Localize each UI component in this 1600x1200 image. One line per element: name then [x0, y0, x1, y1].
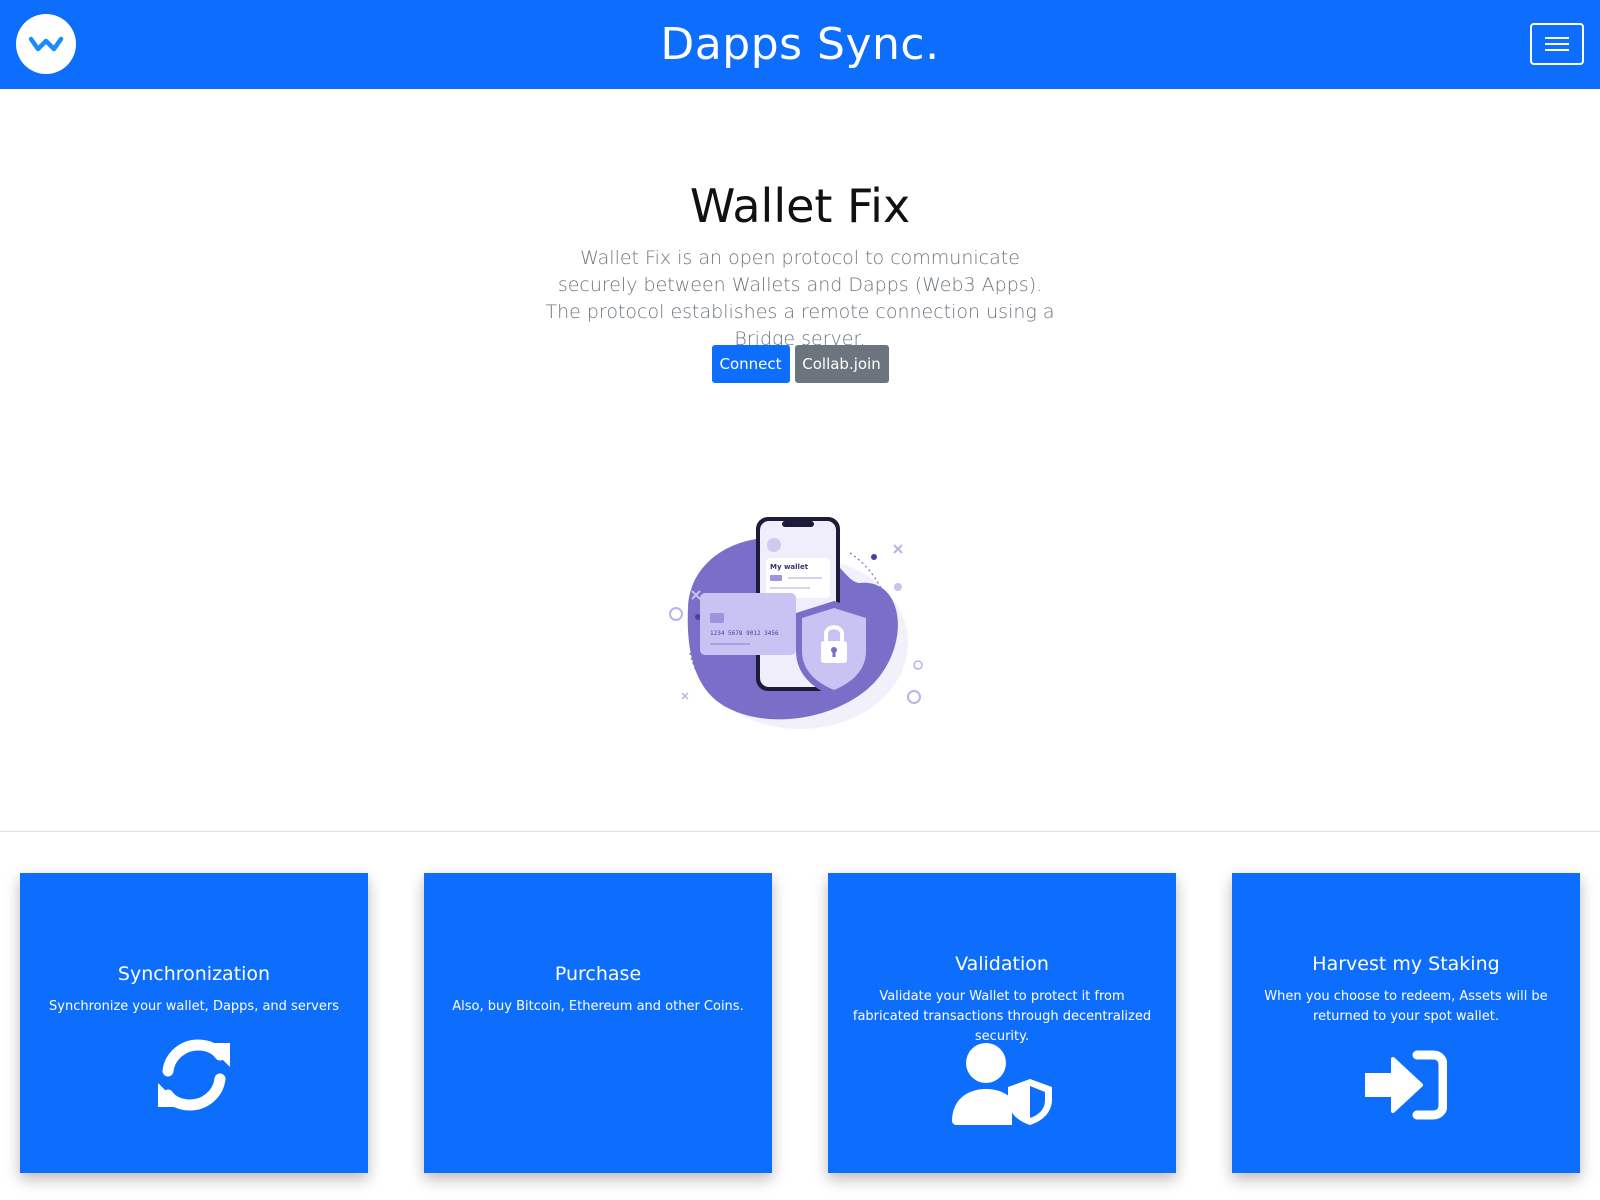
card-validation[interactable]: Validation Validate your Wallet to prote…: [828, 873, 1176, 1173]
hero-section: Wallet Fix Wallet Fix is an open protoco…: [0, 89, 1600, 832]
user-shield-icon: [952, 1043, 1052, 1125]
card-title: Synchronization: [117, 963, 271, 985]
card-icon-wrapper: [20, 1039, 368, 1111]
sync-icon: [158, 1039, 230, 1111]
navbar: Dapps Sync.: [0, 0, 1600, 89]
card-icon-wrapper: [1232, 1049, 1580, 1121]
card-icon-wrapper: [828, 1043, 1176, 1125]
card-text: When you choose to redeem, Assets will b…: [1264, 989, 1548, 1024]
phone-wallet-shield-illustration: My wallet 1234 5678 9012 3456: [669, 517, 923, 729]
illustration-wallet-label: My wallet: [770, 563, 809, 571]
hero-description: Wallet Fix is an open protocol to commun…: [545, 247, 1055, 350]
walletconnect-logo-icon: [28, 36, 64, 52]
card-text: Also, buy Bitcoin, Ethereum and other Co…: [452, 999, 744, 1014]
menu-toggle-button[interactable]: [1530, 23, 1584, 65]
card-purchase[interactable]: Purchase Also, buy Bitcoin, Ethereum and…: [424, 873, 772, 1173]
sign-in-icon: [1365, 1050, 1447, 1120]
card-title: Purchase: [554, 963, 642, 985]
collab-join-button[interactable]: Collab.join: [794, 345, 889, 383]
card-harvest-staking[interactable]: Harvest my Staking When you choose to re…: [1232, 873, 1580, 1173]
hero-title: Wallet Fix: [689, 179, 911, 233]
brand-title[interactable]: Dapps Sync.: [660, 19, 939, 70]
section-divider: [0, 831, 1600, 832]
card-title: Harvest my Staking: [1312, 953, 1500, 975]
illustration-card-number: 1234 5678 9012 3456: [710, 630, 779, 637]
card-text: Validate your Wallet to protect it from …: [852, 989, 1152, 1044]
hero-buttons: Connect Collab.join: [0, 345, 1600, 383]
connect-button[interactable]: Connect: [711, 345, 790, 383]
hamburger-menu-icon: [1545, 37, 1569, 51]
card-synchronization[interactable]: Synchronization Synchronize your wallet,…: [20, 873, 368, 1173]
brand-logo[interactable]: [16, 14, 76, 74]
card-title: Validation: [955, 953, 1049, 975]
card-text: Synchronize your wallet, Dapps, and serv…: [49, 999, 339, 1014]
